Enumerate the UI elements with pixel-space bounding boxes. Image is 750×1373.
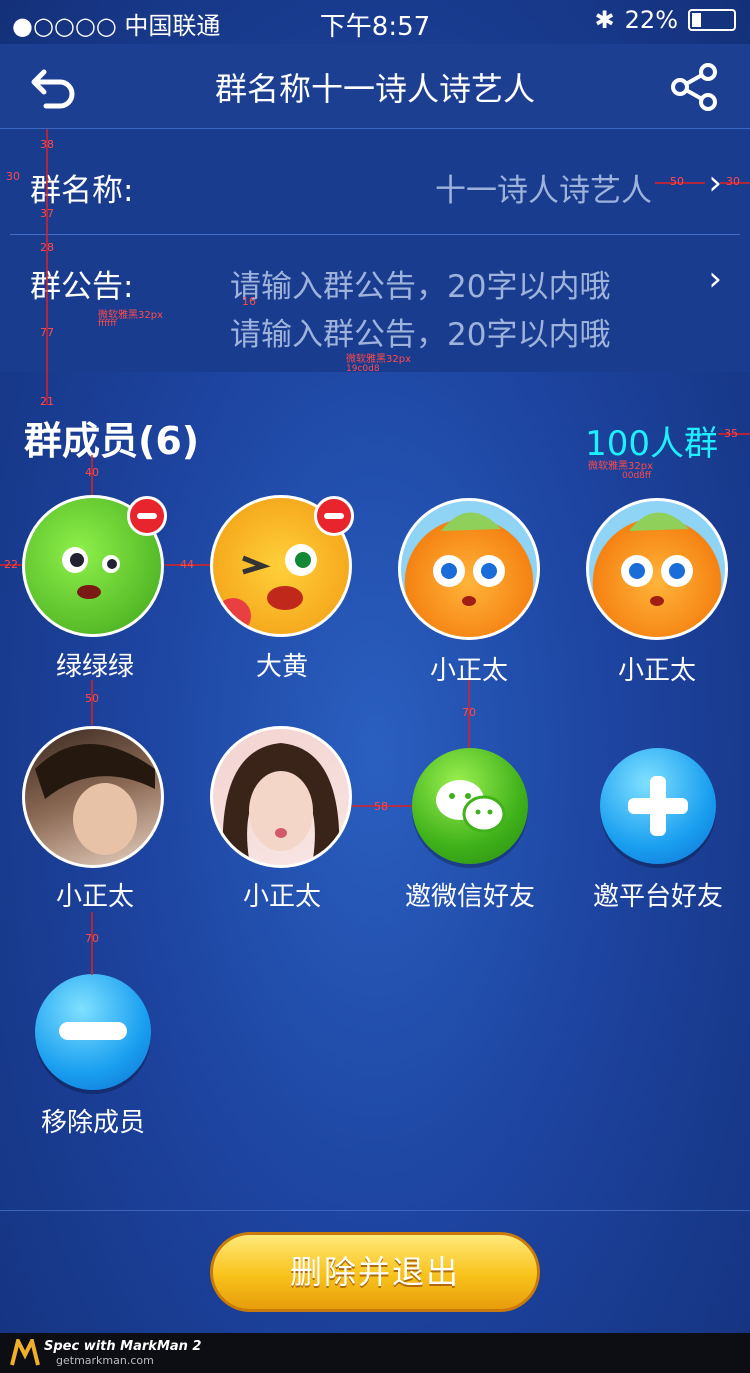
font-annotation: 微软雅黑32px xyxy=(588,461,653,472)
group-info-panel: 群名称: 十一诗人诗艺人 › 群公告: 请输入群公告，20字以内哦 请输入群公告… xyxy=(0,129,750,372)
margin-annotation: 44 xyxy=(180,558,194,571)
photo-avatar-icon xyxy=(35,744,155,855)
margin-annotation: 30 xyxy=(726,175,740,188)
delete-and-quit-button[interactable]: 删除并退出 xyxy=(210,1232,540,1312)
invite-platform-label: 邀平台好友 xyxy=(592,882,723,912)
status-bar: ●○○○○ 中国联通 下午8:57 ✱ 22% xyxy=(0,0,750,44)
announcement-placeholder-2: 请输入群公告，20字以内哦 xyxy=(230,317,611,353)
margin-annotation: 37 xyxy=(40,207,54,220)
margin-annotation: 16 xyxy=(242,295,256,308)
announcement-placeholder-1: 请输入群公告，20字以内哦 xyxy=(230,269,611,305)
battery-percent: 22% xyxy=(624,6,678,34)
battery-icon xyxy=(688,9,736,31)
group-name-value: 十一诗人诗艺人 xyxy=(435,173,652,209)
nav-bar: 群名称十一诗人诗艺人 xyxy=(0,44,750,129)
member-avatar[interactable] xyxy=(398,498,540,640)
bluetooth-icon: ✱ xyxy=(594,6,615,34)
remove-member-button[interactable] xyxy=(35,974,151,1090)
markman-footer: Spec with MarkMan 2 getmarkman.com xyxy=(0,1333,750,1373)
invite-wechat-button[interactable] xyxy=(412,748,528,864)
margin-annotation: 50 xyxy=(85,692,99,705)
margin-annotation: 21 xyxy=(40,395,54,408)
wechat-icon xyxy=(436,780,506,833)
member-name: 大黄 xyxy=(255,652,308,682)
divider xyxy=(10,234,740,235)
member-avatar[interactable] xyxy=(586,498,728,640)
share-icon[interactable] xyxy=(670,62,720,112)
margin-annotation: 70 xyxy=(85,932,99,945)
member-name: 小正太 xyxy=(242,882,321,912)
remove-member-badge[interactable] xyxy=(314,496,354,536)
member-name: 小正太 xyxy=(55,882,134,912)
markman-url: getmarkman.com xyxy=(56,1354,154,1367)
font-annotation: 微软雅黑32px xyxy=(346,354,411,365)
group-name-label: 群名称: xyxy=(30,173,134,209)
member-avatar[interactable] xyxy=(22,726,164,868)
orange-character-icon xyxy=(433,512,505,606)
margin-annotation: 22 xyxy=(4,558,18,571)
member-name: 绿绿绿 xyxy=(55,652,134,682)
color-annotation: 00d8ff xyxy=(622,471,652,481)
margin-annotation: 28 xyxy=(40,241,54,254)
margin-annotation: 30 xyxy=(6,170,20,183)
photo-avatar-icon xyxy=(222,743,340,859)
color-annotation: 19c0d8 xyxy=(346,364,380,374)
page-title: 群名称十一诗人诗艺人 xyxy=(214,70,535,108)
chevron-right-icon: › xyxy=(708,163,722,203)
markman-logo-icon xyxy=(10,1339,40,1366)
invite-wechat-label: 邀微信好友 xyxy=(404,882,535,912)
remove-member-badge[interactable] xyxy=(127,496,167,536)
divider xyxy=(0,1210,750,1211)
remove-member-label: 移除成员 xyxy=(40,1108,145,1138)
announcement-label: 群公告: xyxy=(30,269,134,305)
status-right: ✱ 22% xyxy=(595,6,736,34)
markman-brand: Spec with MarkMan 2 xyxy=(44,1339,202,1354)
margin-annotation: 58 xyxy=(374,800,388,813)
plus-icon xyxy=(628,776,688,836)
margin-annotation: 38 xyxy=(40,138,54,151)
chevron-right-icon: › xyxy=(708,259,722,299)
members-title: 群成员(6) xyxy=(24,419,200,463)
member-name: 小正太 xyxy=(617,656,696,686)
margin-annotation: 50 xyxy=(670,175,684,188)
color-annotation: ffffff xyxy=(98,319,117,329)
orange-character-icon xyxy=(621,512,693,606)
margin-annotation: 35 xyxy=(724,427,738,440)
margin-annotation: 40 xyxy=(85,466,99,479)
minus-icon xyxy=(59,1022,127,1040)
member-name: 小正太 xyxy=(429,656,508,686)
invite-platform-button[interactable] xyxy=(600,748,716,864)
margin-annotation: 70 xyxy=(462,706,476,719)
margin-annotation: 77 xyxy=(40,326,54,339)
member-avatar[interactable] xyxy=(210,726,352,868)
